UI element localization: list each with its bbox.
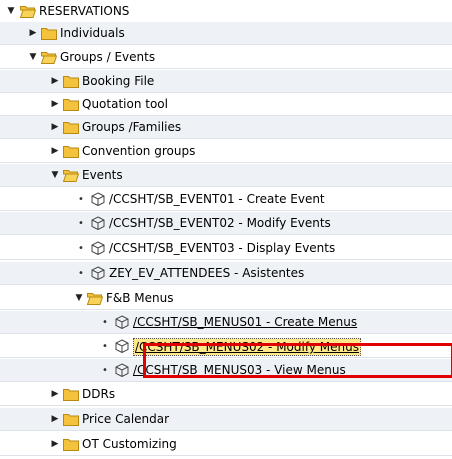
menu-tree: ▼ RESERVATIONS ▶ Individuals ▼ Groups / Event…	[0, 0, 452, 459]
tree-folder-quotation-tool[interactable]: ▶ Quotation tool	[0, 93, 452, 116]
tree-folder-booking-file[interactable]: ▶ Booking File	[0, 70, 452, 93]
transaction-cube-icon	[114, 339, 130, 354]
tree-bullet-icon: •	[102, 340, 108, 352]
transaction-cube-icon	[90, 216, 106, 231]
folder-icon	[63, 412, 79, 426]
tree-folder-individuals[interactable]: ▶ Individuals	[0, 22, 452, 45]
tree-folder-reservations[interactable]: ▼ RESERVATIONS	[0, 0, 452, 23]
tree-item-label[interactable]: /CCSHT/SB_EVENT02 - Modify Events	[109, 215, 331, 231]
folder-icon	[63, 97, 79, 111]
tree-item-label[interactable]: DDRs	[82, 386, 115, 402]
folder-icon	[63, 144, 79, 158]
tree-folder-ot-customizing[interactable]: ▶ OT Customizing	[0, 433, 452, 456]
tree-item-label[interactable]: Quotation tool	[82, 96, 168, 112]
tree-transaction-ccsht-sb-event01-create-event[interactable]: • /CCSHT/SB_EVENT01 - Create Event	[0, 188, 452, 211]
tree-item-label[interactable]: /CCSHT/SB_EVENT03 - Display Events	[109, 240, 335, 256]
transaction-cube-icon	[90, 266, 106, 281]
tree-item-label[interactable]: /CCSHT/SB_MENUS02 - Modify Menus	[133, 338, 361, 356]
tree-folder-events[interactable]: ▼ Events	[0, 164, 452, 187]
collapse-arrow-icon[interactable]: ▼	[74, 291, 84, 305]
expand-arrow-icon[interactable]: ▶	[50, 387, 60, 401]
folder-icon	[63, 387, 79, 401]
tree-item-label[interactable]: Groups / Events	[60, 49, 155, 65]
folder-icon	[41, 26, 57, 40]
tree-bullet-icon: •	[102, 364, 108, 376]
transaction-cube-icon	[114, 363, 130, 378]
tree-transaction-zey-ev-attendees-asistentes[interactable]: • ZEY_EV_ATTENDEES - Asistentes	[0, 262, 452, 285]
tree-item-label[interactable]: /CCSHT/SB_EVENT01 - Create Event	[109, 191, 325, 207]
tree-folder-groups-families[interactable]: ▶ Groups /Families	[0, 116, 452, 139]
tree-item-label[interactable]: /CCSHT/SB_MENUS03 - View Menus	[133, 362, 346, 378]
tree-item-label[interactable]: ZEY_EV_ATTENDEES - Asistentes	[109, 265, 304, 281]
expand-arrow-icon[interactable]: ▶	[50, 74, 60, 88]
tree-item-label[interactable]: RESERVATIONS	[39, 3, 129, 19]
expand-arrow-icon[interactable]: ▶	[50, 412, 60, 426]
tree-bullet-icon: •	[78, 267, 84, 279]
tree-transaction-ccsht-sb-menus01-create-menus[interactable]: • /CCSHT/SB_MENUS01 - Create Menus	[0, 311, 452, 334]
tree-bullet-icon: •	[102, 316, 108, 328]
tree-folder-price-calendar[interactable]: ▶ Price Calendar	[0, 408, 452, 431]
tree-item-label[interactable]: Individuals	[60, 25, 125, 41]
tree-item-label[interactable]: F&B Menus	[106, 290, 174, 306]
expand-arrow-icon[interactable]: ▶	[50, 437, 60, 451]
tree-item-label[interactable]: Booking File	[82, 73, 154, 89]
collapse-arrow-icon[interactable]: ▼	[50, 168, 60, 182]
expand-arrow-icon[interactable]: ▶	[28, 26, 38, 40]
folder-open-icon	[86, 291, 104, 305]
tree-bullet-icon: •	[78, 242, 84, 254]
collapse-arrow-icon[interactable]: ▼	[28, 50, 38, 64]
tree-transaction-ccsht-sb-event03-display-events[interactable]: • /CCSHT/SB_EVENT03 - Display Events	[0, 237, 452, 260]
tree-item-label[interactable]: Events	[82, 167, 123, 183]
collapse-arrow-icon[interactable]: ▼	[6, 4, 16, 18]
folder-open-icon	[40, 50, 58, 64]
tree-item-label[interactable]: Price Calendar	[82, 411, 169, 427]
folder-icon	[63, 437, 79, 451]
transaction-cube-icon	[90, 241, 106, 256]
tree-bullet-icon: •	[78, 217, 84, 229]
folder-open-icon	[62, 168, 80, 182]
tree-item-label[interactable]: Convention groups	[82, 143, 195, 159]
tree-item-label[interactable]: Groups /Families	[82, 119, 181, 135]
folder-icon	[63, 74, 79, 88]
tree-transaction-ccsht-sb-menus03-view-menus[interactable]: • /CCSHT/SB_MENUS03 - View Menus	[0, 359, 452, 382]
folder-open-icon	[19, 4, 37, 18]
tree-bullet-icon: •	[78, 193, 84, 205]
transaction-cube-icon	[90, 192, 106, 207]
expand-arrow-icon[interactable]: ▶	[50, 97, 60, 111]
tree-transaction-ccsht-sb-event02-modify-events[interactable]: • /CCSHT/SB_EVENT02 - Modify Events	[0, 212, 452, 235]
tree-folder-groups-events[interactable]: ▼ Groups / Events	[0, 46, 452, 69]
tree-item-label[interactable]: /CCSHT/SB_MENUS01 - Create Menus	[133, 314, 357, 330]
tree-transaction-ccsht-sb-menus02-modify-menus[interactable]: • /CCSHT/SB_MENUS02 - Modify Menus	[0, 335, 452, 358]
transaction-cube-icon	[114, 315, 130, 330]
tree-folder-f-b-menus[interactable]: ▼ F&B Menus	[0, 287, 452, 310]
tree-folder-ddrs[interactable]: ▶ DDRs	[0, 383, 452, 406]
tree-folder-convention-groups[interactable]: ▶ Convention groups	[0, 140, 452, 163]
folder-icon	[63, 120, 79, 134]
expand-arrow-icon[interactable]: ▶	[50, 120, 60, 134]
expand-arrow-icon[interactable]: ▶	[50, 144, 60, 158]
tree-item-label[interactable]: OT Customizing	[82, 436, 177, 452]
